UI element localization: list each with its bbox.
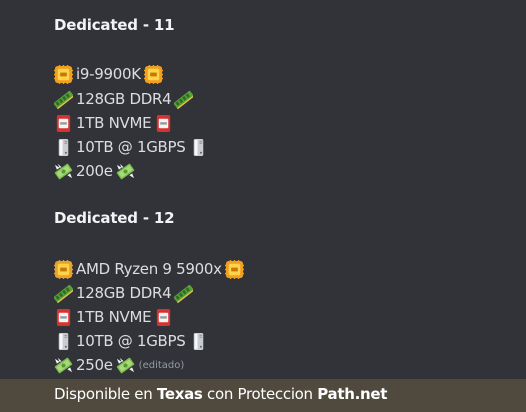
footer-provider: Path.net (317, 385, 388, 403)
money-wings-icon (116, 162, 135, 181)
cpu-icon (54, 260, 73, 279)
footer-prefix: Disponible en (54, 385, 157, 403)
memory-stick-icon (174, 284, 193, 303)
server-tower-icon (54, 138, 73, 157)
server-tower-icon (189, 332, 208, 351)
availability-banner: Disponible en Texas con Proteccion Path.… (0, 379, 526, 412)
spec-price: 200e (54, 160, 135, 182)
ssd-icon (54, 308, 73, 327)
block-1-title: Dedicated - 11 (54, 16, 175, 34)
footer-location: Texas (156, 385, 203, 403)
spec-ram: 128GB DDR4 (54, 282, 193, 304)
spec-storage: 1TB NVME (54, 306, 173, 328)
spec-text: 250e (76, 356, 113, 374)
spec-price: 250e (editado) (54, 354, 184, 376)
ssd-icon (154, 114, 173, 133)
money-wings-icon (54, 356, 73, 375)
ssd-icon (154, 308, 173, 327)
money-wings-icon (54, 162, 73, 181)
spec-text: 200e (76, 162, 113, 180)
spec-text: 10TB @ 1GBPS (76, 138, 186, 156)
server-tower-icon (189, 138, 208, 157)
block-2-title: Dedicated - 12 (54, 209, 175, 227)
spec-text: 10TB @ 1GBPS (76, 332, 186, 350)
spec-cpu: i9-9900K (54, 63, 163, 85)
availability-text: Disponible en Texas con Proteccion Path.… (54, 385, 387, 403)
footer-middle: con Proteccion (202, 385, 318, 403)
spec-text: 128GB DDR4 (76, 284, 172, 302)
spec-text: 128GB DDR4 (76, 90, 172, 108)
spec-text: i9-9900K (76, 65, 141, 83)
ssd-icon (54, 114, 73, 133)
spec-ram: 128GB DDR4 (54, 88, 193, 110)
edited-label: (editado) (138, 359, 185, 371)
spec-cpu: AMD Ryzen 9 5900x (54, 258, 244, 280)
server-tower-icon (54, 332, 73, 351)
cpu-icon (54, 65, 73, 84)
cpu-icon (144, 65, 163, 84)
spec-bandwidth: 10TB @ 1GBPS (54, 330, 208, 352)
memory-stick-icon (54, 90, 73, 109)
memory-stick-icon (54, 284, 73, 303)
cpu-icon (225, 260, 244, 279)
spec-text: 1TB NVME (76, 308, 152, 326)
memory-stick-icon (174, 90, 193, 109)
money-wings-icon (116, 356, 135, 375)
spec-bandwidth: 10TB @ 1GBPS (54, 136, 208, 158)
spec-text: 1TB NVME (76, 114, 152, 132)
spec-storage: 1TB NVME (54, 112, 173, 134)
spec-text: AMD Ryzen 9 5900x (76, 260, 222, 278)
